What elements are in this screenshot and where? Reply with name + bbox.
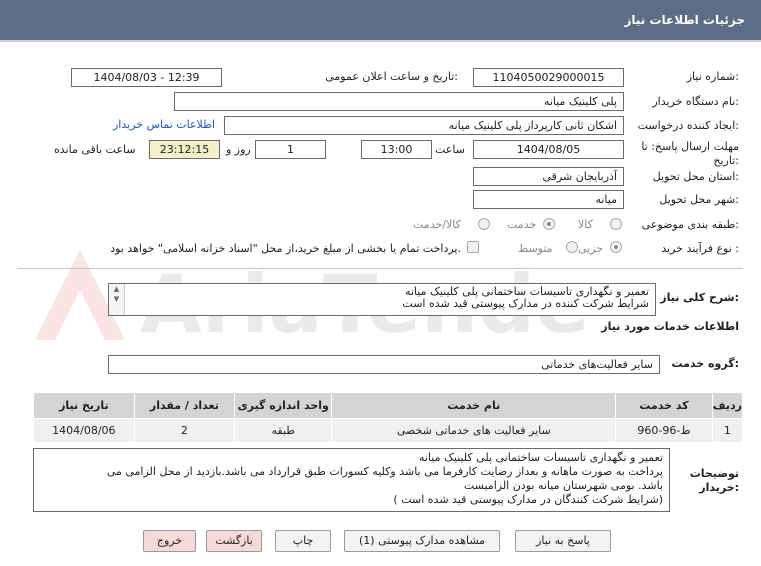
buyer-notes-line-3: باشد. بومی شهرستان میانه بودن الزامیست [463, 479, 663, 492]
scroll-up-icon[interactable]: ▲ [109, 284, 124, 294]
col-header-need-date: تاریخ نیاز [33, 392, 135, 419]
description-line-2: شرایط شرکت کننده در مدارک پیوستی قید شده… [402, 297, 649, 310]
process-type-label: نوع فرآیند خرید : [661, 242, 739, 255]
description-label: شرح کلی نیاز: [660, 291, 739, 304]
treasury-payment-checkbox[interactable] [467, 241, 479, 253]
col-header-service-code: کد خدمت [615, 392, 713, 419]
reply-button[interactable]: پاسخ به نیاز [515, 530, 611, 552]
buyer-notes-label: توضیحات خریدار: [689, 467, 739, 494]
category-radio-service[interactable] [543, 218, 555, 230]
announce-label: تاریخ و ساعت اعلان عمومی: [325, 70, 458, 83]
buyer-contact-link[interactable]: اطلاعات تماس خریدار [113, 118, 215, 131]
cell-row-number: 1 [711, 418, 744, 443]
col-header-row-number: ردیف [711, 392, 744, 419]
province-label: استان محل تحویل: [652, 170, 739, 183]
service-group-label: گروه خدمت: [671, 357, 739, 370]
view-attachments-button[interactable]: مشاهده مدارک پیوستی (1) [344, 530, 500, 552]
process-option-medium: متوسط [518, 242, 553, 255]
deadline-label: مهلت ارسال پاسخ: تا تاریخ: [641, 140, 739, 167]
category-option-goods-service: کالا/خدمت [413, 218, 461, 231]
remaining-time-field: 23:12:15 [149, 140, 220, 159]
category-option-goods: کالا [578, 218, 593, 231]
buyer-org-label: نام دستگاه خریدار: [652, 95, 739, 108]
category-radio-goods[interactable] [610, 218, 622, 230]
process-radio-minor[interactable] [610, 241, 622, 253]
table-header-row: ردیف کد خدمت نام خدمت واحد اندازه گیری ت… [33, 392, 744, 419]
announce-field: 1404/08/03 - 12:39 [71, 68, 222, 87]
cell-quantity: 2 [133, 418, 236, 443]
description-textarea[interactable]: تعمیر و نگهداری تاسیسات ساختمانی پلی کلی… [108, 283, 656, 316]
deadline-time-field: 13:00 [361, 140, 432, 159]
buyer-notes-line-2: پرداخت به صورت ماهانه و بعداز رضایت کارف… [106, 465, 663, 478]
process-radio-medium[interactable] [566, 241, 578, 253]
page-header: جزئیات اطلاعات نیاز [0, 0, 761, 42]
back-button[interactable]: بازگشت [206, 530, 262, 552]
col-header-unit: واحد اندازه گیری [234, 392, 333, 419]
section-divider [18, 268, 743, 269]
buyer-notes-line-4: (شرایط شرکت کنندگان در مدارک پیوستی قید … [393, 493, 663, 506]
services-table: ردیف کد خدمت نام خدمت واحد اندازه گیری ت… [33, 392, 744, 443]
need-number-field: 1104050029000015 [473, 68, 624, 87]
city-field: میانه [473, 190, 624, 209]
process-option-minor: جزیی [578, 242, 604, 255]
page-title: جزئیات اطلاعات نیاز [624, 13, 745, 27]
print-button[interactable]: چاپ [275, 530, 331, 552]
table-row: 1 ط-96-960 سایر فعالیت های خدماتی شخصی ط… [33, 418, 744, 443]
cell-need-date: 1404/08/06 [33, 418, 135, 443]
buyer-notes-textarea[interactable]: تعمیر و نگهداری تاسیسات ساختمانی پلی کلی… [33, 448, 670, 512]
description-scrollbar[interactable]: ▲ ▼ [109, 284, 125, 315]
buyer-notes-line-1: تعمیر و نگهداری تاسیسات ساختمانی پلی کلی… [418, 451, 663, 464]
buyer-org-field: پلی کلینیک میانه [174, 92, 624, 111]
category-radio-goods-service[interactable] [478, 218, 490, 230]
service-group-field: سایر فعالیت‌های خدماتی [108, 355, 660, 374]
exit-button[interactable]: خروج [143, 530, 196, 552]
need-number-label: شماره نیاز: [686, 70, 739, 83]
col-header-service-name: نام خدمت [331, 392, 617, 419]
creator-field: اشکان ثانی کارپرداز پلی کلینیک میانه [224, 116, 624, 135]
deadline-date-field: 1404/08/05 [473, 140, 624, 159]
creator-label: ایجاد کننده درخواست: [637, 119, 739, 132]
days-remaining-field: 1 [255, 140, 326, 159]
cell-service-name: سایر فعالیت های خدماتی شخصی [331, 418, 617, 443]
remaining-time-label: ساعت باقی مانده [54, 143, 136, 156]
category-option-service: خدمت [507, 218, 537, 231]
cell-unit: طبقه [234, 418, 333, 443]
province-field: آذربایجان شرقی [473, 167, 624, 186]
treasury-payment-note: پرداخت تمام یا بخشی از مبلغ خرید،از محل … [110, 242, 461, 255]
city-label: شهر محل تحویل: [659, 193, 739, 206]
cell-service-code: ط-96-960 [615, 418, 713, 443]
days-label: روز و [226, 143, 251, 156]
scroll-down-icon[interactable]: ▼ [109, 294, 124, 304]
services-section-title: اطلاعات خدمات مورد نیاز [601, 320, 739, 333]
col-header-quantity: تعداد / مقدار [133, 392, 236, 419]
deadline-time-label: ساعت [435, 143, 465, 156]
category-label: طبقه بندی موضوعی: [641, 218, 739, 231]
